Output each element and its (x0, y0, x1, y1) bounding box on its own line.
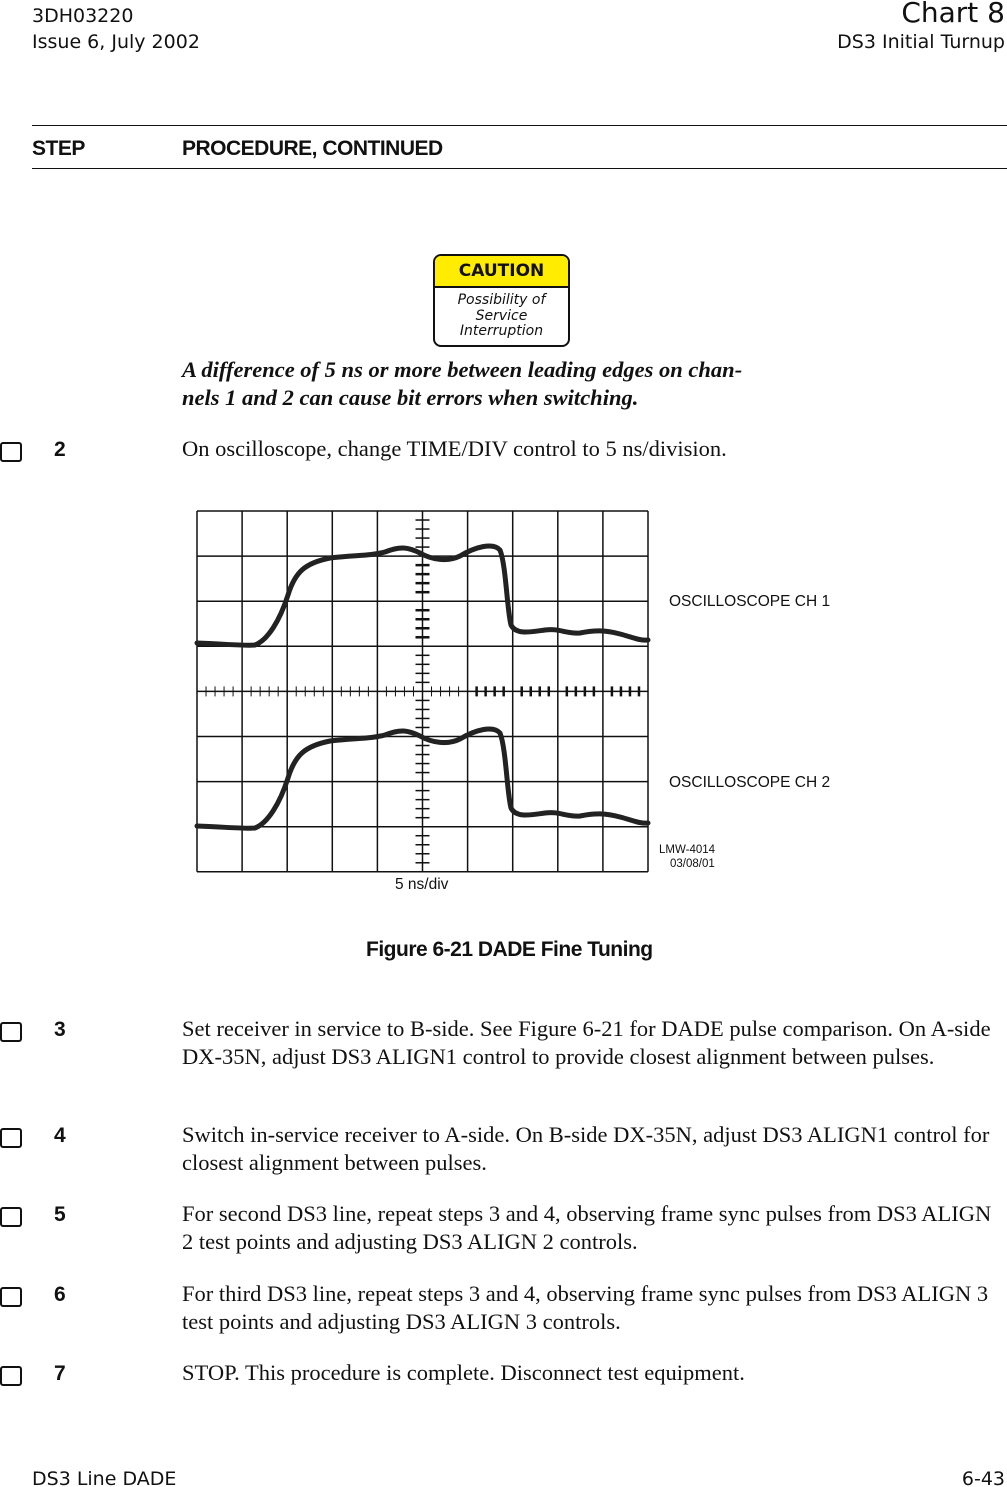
step-text: Switch in-service receiver to A-side. On… (182, 1122, 990, 1175)
step-text: Set receiver in service to B-side. See F… (182, 1016, 991, 1069)
timebase-label: 5 ns/div (395, 876, 449, 893)
drawing-id: LMW-4014 (659, 844, 716, 856)
step-text: STOP. This procedure is complete. Discon… (182, 1360, 745, 1385)
step-number: 3 (54, 1018, 66, 1041)
ch2-label: OSCILLOSCOPE CH 2 (669, 774, 831, 791)
step-text: For second DS3 line, repeat steps 3 and … (182, 1201, 992, 1254)
step-checkbox[interactable] (0, 1366, 22, 1386)
footer-section: DS3 Line DADE (32, 1468, 177, 1487)
page-number: 6-43 (961, 1468, 1005, 1487)
step-number: 5 (54, 1203, 66, 1226)
step-number: 7 (54, 1362, 66, 1385)
step-number: 4 (54, 1124, 66, 1147)
step-number: 6 (54, 1283, 66, 1306)
step-checkbox[interactable] (0, 1128, 22, 1148)
step-checkbox[interactable] (0, 1287, 22, 1307)
step-text: For third DS3 line, repeat steps 3 and 4… (182, 1281, 989, 1334)
step-checkbox[interactable] (0, 1207, 22, 1227)
drawing-date: 03/08/01 (670, 858, 715, 870)
step-checkbox[interactable] (0, 1022, 22, 1042)
oscilloscope-figure (194, 510, 651, 873)
ch1-label: OSCILLOSCOPE CH 1 (669, 593, 831, 610)
figure-caption: Figure 6-21 DADE Fine Tuning (366, 938, 653, 961)
document-page: 3DH03220 Issue 6, July 2002 Chart 8 DS3 … (0, 0, 1007, 1487)
